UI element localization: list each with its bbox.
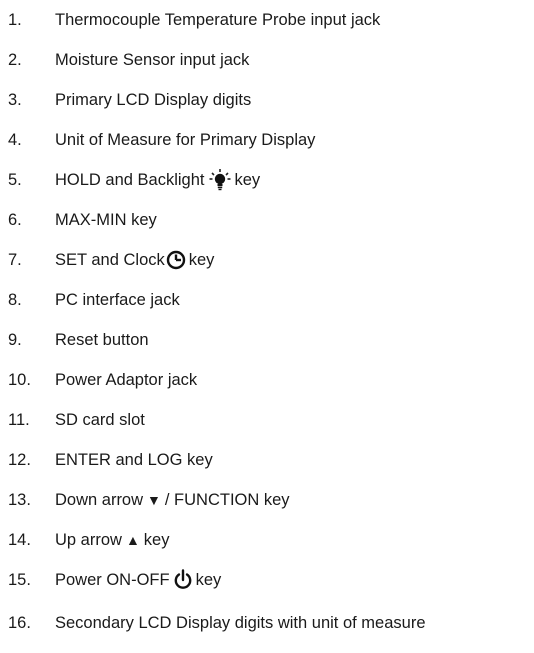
item-text-after: key — [143, 531, 170, 549]
item-number: 12. — [8, 451, 31, 469]
item-text-after: key — [195, 571, 222, 589]
item-number: 10. — [8, 371, 31, 389]
item-number: 16. — [8, 614, 31, 632]
list-item: 5. HOLD and Backlight key — [0, 160, 534, 200]
item-text: Reset button — [55, 331, 149, 349]
item-text-after: / FUNCTION key — [164, 491, 290, 509]
item-text: Secondary LCD Display digits with unit o… — [55, 614, 426, 632]
item-text-before: SET and Clock — [55, 251, 165, 269]
item-number: 7. — [8, 251, 22, 269]
item-text: SET and Clock key — [55, 250, 214, 270]
item-text: Moisture Sensor input jack — [55, 51, 250, 69]
list-item: 6. MAX-MIN key — [0, 200, 534, 240]
item-text: Up arrow ▲ key — [55, 530, 169, 550]
down-arrow-icon: ▼ — [147, 492, 161, 508]
item-number: 2. — [8, 51, 22, 69]
list-item: 13. Down arrow ▼ / FUNCTION key — [0, 480, 534, 520]
item-text: Power ON-OFF key — [55, 569, 221, 591]
item-text-after: key — [188, 251, 215, 269]
item-text-before: HOLD and Backlight — [55, 171, 205, 189]
item-number: 13. — [8, 491, 31, 509]
item-number: 14. — [8, 531, 31, 549]
power-icon — [173, 569, 193, 591]
item-text: PC interface jack — [55, 291, 180, 309]
item-text: Thermocouple Temperature Probe input jac… — [55, 11, 381, 29]
list-item: 16. Secondary LCD Display digits with un… — [0, 603, 534, 643]
item-text: MAX-MIN key — [55, 211, 157, 229]
item-number: 15. — [8, 571, 31, 589]
clock-icon — [166, 250, 186, 270]
item-number: 8. — [8, 291, 22, 309]
list-item: 11. SD card slot — [0, 400, 534, 440]
list-item: 12. ENTER and LOG key — [0, 440, 534, 480]
list-item: 4. Unit of Measure for Primary Display — [0, 120, 534, 160]
item-text-before: Power ON-OFF — [55, 571, 170, 589]
item-text: ENTER and LOG key — [55, 451, 213, 469]
item-number: 4. — [8, 131, 22, 149]
item-text-before: Up arrow — [55, 531, 122, 549]
item-text-before: Down arrow — [55, 491, 144, 509]
list-item: 3. Primary LCD Display digits — [0, 80, 534, 120]
list-item: 10. Power Adaptor jack — [0, 360, 534, 400]
list-item: 7. SET and Clock key — [0, 240, 534, 280]
list-item: 9. Reset button — [0, 320, 534, 360]
list-item: 15. Power ON-OFF key — [0, 560, 534, 600]
item-text: Primary LCD Display digits — [55, 91, 252, 109]
list-item: 1. Thermocouple Temperature Probe input … — [0, 0, 534, 40]
item-number: 5. — [8, 171, 22, 189]
item-number: 9. — [8, 331, 22, 349]
item-number: 3. — [8, 91, 22, 109]
item-text: Down arrow ▼ / FUNCTION key — [55, 490, 290, 510]
item-text: Unit of Measure for Primary Display — [55, 131, 316, 149]
legend-list: 1. Thermocouple Temperature Probe input … — [0, 0, 534, 653]
up-arrow-icon: ▲ — [125, 532, 140, 548]
light-bulb-icon — [208, 168, 232, 192]
item-text-after: key — [234, 171, 261, 189]
item-text: HOLD and Backlight key — [55, 168, 260, 192]
item-number: 1. — [8, 11, 22, 29]
list-item: 2. Moisture Sensor input jack — [0, 40, 534, 80]
list-item: 14. Up arrow ▲ key — [0, 520, 534, 560]
list-item: 8. PC interface jack — [0, 280, 534, 320]
item-text: SD card slot — [55, 411, 145, 429]
item-number: 11. — [8, 411, 30, 429]
item-number: 6. — [8, 211, 22, 229]
item-text: Power Adaptor jack — [55, 371, 198, 389]
